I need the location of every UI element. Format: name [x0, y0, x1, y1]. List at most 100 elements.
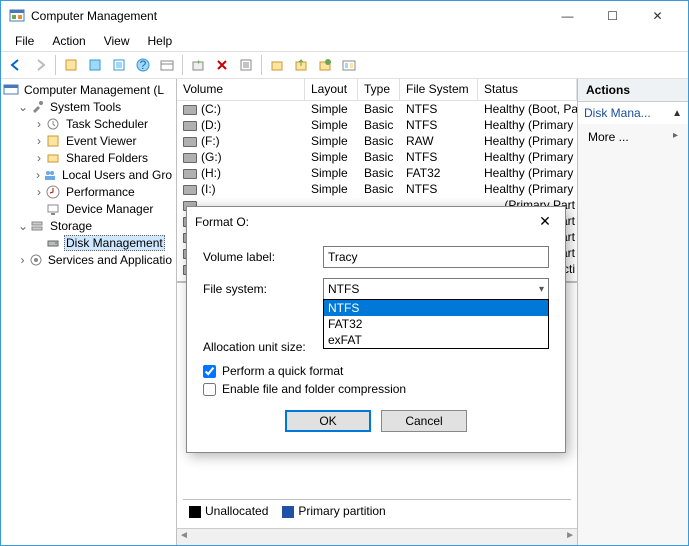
- collapse-arrow-icon[interactable]: ▲: [672, 108, 682, 119]
- tree-pane: Computer Management (L ⌄ System Tools › …: [1, 79, 177, 545]
- col-type[interactable]: Type: [358, 79, 400, 100]
- legend: Unallocated Primary partition: [183, 499, 571, 522]
- tree-storage[interactable]: ⌄ Storage: [3, 217, 174, 234]
- filesystem-dropdown-list: NTFSFAT32exFAT: [323, 299, 549, 349]
- chevron-right-icon[interactable]: ›: [33, 168, 43, 182]
- minimize-button[interactable]: —: [545, 1, 590, 31]
- col-filesystem[interactable]: File System: [400, 79, 478, 100]
- chevron-right-icon[interactable]: ›: [17, 253, 28, 267]
- table-row[interactable]: (C:) Simple Basic NTFS Healthy (Boot, Pa…: [177, 101, 577, 117]
- chevron-down-icon[interactable]: ⌄: [17, 219, 29, 233]
- titlebar: Computer Management — ☐ ✕: [1, 1, 688, 31]
- quick-format-label: Perform a quick format: [222, 364, 343, 378]
- table-row[interactable]: (D:) Simple Basic NTFS Healthy (Primary …: [177, 117, 577, 133]
- tree-services[interactable]: › Services and Applicatio: [3, 251, 174, 268]
- chevron-right-icon[interactable]: ›: [33, 185, 45, 199]
- users-icon: [43, 167, 57, 183]
- col-status[interactable]: Status: [478, 79, 577, 100]
- back-button[interactable]: [5, 54, 27, 76]
- tree-device-manager[interactable]: Device Manager: [3, 200, 174, 217]
- tb-properties-icon[interactable]: [235, 54, 257, 76]
- tb-help-icon[interactable]: ?: [132, 54, 154, 76]
- dialog-title: Format O:: [195, 215, 533, 229]
- volume-label-label: Volume label:: [203, 250, 323, 264]
- maximize-button[interactable]: ☐: [590, 1, 635, 31]
- tb-icon-5[interactable]: [156, 54, 178, 76]
- tb-delete-icon[interactable]: [211, 54, 233, 76]
- actions-header: Actions: [578, 79, 688, 102]
- volume-label-input[interactable]: [323, 246, 549, 268]
- menu-file[interactable]: File: [7, 32, 42, 50]
- tb-icon-12[interactable]: [338, 54, 360, 76]
- table-row[interactable]: (H:) Simple Basic FAT32 Healthy (Primary…: [177, 165, 577, 181]
- filesystem-value: NTFS: [328, 282, 539, 296]
- clock-icon: [45, 116, 61, 132]
- tree-root[interactable]: Computer Management (L: [3, 81, 174, 98]
- chevron-right-icon: ▸: [673, 130, 678, 141]
- allocation-label: Allocation unit size:: [203, 340, 323, 354]
- event-icon: [45, 133, 61, 149]
- tree-task-scheduler[interactable]: › Task Scheduler: [3, 115, 174, 132]
- tb-icon-11[interactable]: [314, 54, 336, 76]
- chevron-right-icon[interactable]: ›: [33, 151, 45, 165]
- volume-table-header: Volume Layout Type File System Status: [177, 79, 577, 101]
- table-row[interactable]: (G:) Simple Basic NTFS Healthy (Primary …: [177, 149, 577, 165]
- tree-performance[interactable]: › Performance: [3, 183, 174, 200]
- chevron-right-icon[interactable]: ›: [33, 134, 45, 148]
- close-button[interactable]: ✕: [635, 1, 680, 31]
- volume-icon: [183, 137, 197, 147]
- computer-icon: [3, 82, 19, 98]
- tree-local-users[interactable]: › Local Users and Gro: [3, 166, 174, 183]
- actions-pane: Actions Disk Mana... ▲ More ... ▸: [578, 79, 688, 545]
- menu-action[interactable]: Action: [44, 32, 93, 50]
- filesystem-combo[interactable]: NTFS ▾ NTFSFAT32exFAT: [323, 278, 549, 300]
- volume-icon: [183, 185, 197, 195]
- table-row[interactable]: (F:) Simple Basic RAW Healthy (Primary P…: [177, 133, 577, 149]
- volume-icon: [183, 153, 197, 163]
- cancel-button[interactable]: Cancel: [381, 410, 467, 432]
- tb-refresh-icon[interactable]: [187, 54, 209, 76]
- legend-swatch-unallocated: [189, 506, 201, 518]
- table-row[interactable]: (I:) Simple Basic NTFS Healthy (Primary …: [177, 181, 577, 197]
- tree-disk-management[interactable]: Disk Management: [3, 234, 174, 251]
- col-volume[interactable]: Volume: [177, 79, 305, 100]
- actions-section-title[interactable]: Disk Mana... ▲: [578, 102, 688, 124]
- menu-help[interactable]: Help: [140, 32, 181, 50]
- legend-swatch-primary: [282, 506, 294, 518]
- tb-icon-3[interactable]: [108, 54, 130, 76]
- chevron-right-icon[interactable]: ›: [33, 117, 45, 131]
- forward-button[interactable]: [29, 54, 51, 76]
- svg-text:?: ?: [140, 58, 147, 72]
- actions-more-link[interactable]: More ... ▸: [578, 124, 688, 150]
- tree-system-tools[interactable]: ⌄ System Tools: [3, 98, 174, 115]
- compression-checkbox[interactable]: [203, 383, 216, 396]
- tree-shared-folders[interactable]: › Shared Folders: [3, 149, 174, 166]
- horizontal-scrollbar[interactable]: [177, 528, 577, 545]
- tb-icon-10[interactable]: [290, 54, 312, 76]
- tb-icon-2[interactable]: [84, 54, 106, 76]
- folder-icon: [45, 150, 61, 166]
- compression-label: Enable file and folder compression: [222, 382, 406, 396]
- performance-icon: [45, 184, 61, 200]
- volume-table-body: (C:) Simple Basic NTFS Healthy (Boot, Pa…: [177, 101, 577, 197]
- tree-event-viewer[interactable]: › Event Viewer: [3, 132, 174, 149]
- tools-icon: [29, 99, 45, 115]
- chevron-down-icon[interactable]: ⌄: [17, 100, 29, 114]
- col-layout[interactable]: Layout: [305, 79, 358, 100]
- dialog-close-button[interactable]: ✕: [533, 213, 557, 230]
- menu-view[interactable]: View: [96, 32, 138, 50]
- filesystem-option[interactable]: NTFS: [324, 300, 548, 316]
- menubar: File Action View Help: [1, 31, 688, 51]
- quick-format-checkbox[interactable]: [203, 365, 216, 378]
- filesystem-option[interactable]: exFAT: [324, 332, 548, 348]
- dialog-titlebar: Format O: ✕: [187, 207, 565, 236]
- filesystem-label: File system:: [203, 282, 323, 296]
- ok-button[interactable]: OK: [285, 410, 371, 432]
- tb-icon-1[interactable]: [60, 54, 82, 76]
- app-icon: [9, 8, 25, 24]
- tb-icon-9[interactable]: [266, 54, 288, 76]
- volume-icon: [183, 121, 197, 131]
- filesystem-option[interactable]: FAT32: [324, 316, 548, 332]
- chevron-down-icon: ▾: [539, 284, 544, 295]
- window-title: Computer Management: [31, 9, 545, 23]
